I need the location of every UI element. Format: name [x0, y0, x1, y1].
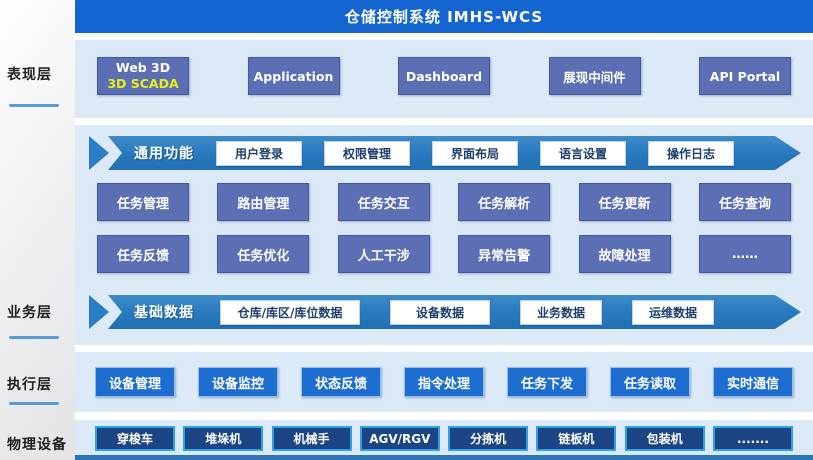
presentation-button-row: Web 3D 3D SCADA Application Dashboard 展现…: [75, 57, 813, 95]
block-task-parsing: 任务解析: [458, 183, 550, 221]
common-functions-title: 通用功能: [134, 143, 194, 163]
base-data-band: 基础数据 仓库/库区/库位数据 设备数据 业务数据 运维数据: [98, 295, 801, 329]
presentation-layer-label: 表现层: [7, 64, 52, 84]
block-task-management: 任务管理: [97, 183, 189, 221]
chip-operation-log: 操作日志: [648, 141, 734, 166]
block-application: Application: [248, 57, 340, 95]
web3d-line2: 3D SCADA: [107, 76, 178, 92]
task-button-row-1: 任务管理 路由管理 任务交互 任务解析 任务更新 任务查询: [75, 183, 813, 221]
block-packing-machine: 包装机: [625, 426, 705, 451]
business-layer-underline: [9, 336, 59, 339]
block-equipment-more: .......: [713, 426, 793, 451]
block-display-middleware: 展现中间件: [549, 57, 641, 95]
bottom-accent-bar: [75, 455, 813, 460]
block-task-more: ……: [699, 235, 791, 273]
block-task-dispatch: 任务下发: [507, 367, 587, 397]
physical-layer-label: 物理设备: [7, 434, 67, 454]
block-command-processing: 指令处理: [404, 367, 484, 397]
block-task-query: 任务查询: [699, 183, 791, 221]
block-robot-arm: 机械手: [272, 426, 352, 451]
system-title-bar: 仓储控制系统 IMHS-WCS: [75, 0, 813, 33]
presentation-layer-panel: Web 3D 3D SCADA Application Dashboard 展现…: [75, 40, 813, 118]
block-route-management: 路由管理: [217, 183, 309, 221]
system-title: 仓储控制系统 IMHS-WCS: [345, 6, 543, 27]
task-button-row-2: 任务反馈 任务优化 人工干涉 异常告警 故障处理 ……: [75, 235, 813, 273]
banner-tail-arrow-icon: [89, 136, 109, 170]
business-layer-label: 业务层: [7, 302, 52, 322]
common-functions-band: 通用功能 用户登录 权限管理 界面布局 语言设置 操作日志: [98, 136, 801, 170]
execution-button-row: 设备管理 设备监控 状态反馈 指令处理 任务下发 任务读取 实时通信: [75, 367, 813, 397]
block-sorter: 分拣机: [448, 426, 528, 451]
chip-permission-mgmt: 权限管理: [324, 141, 410, 166]
chip-ops-data: 运维数据: [632, 300, 714, 325]
layer-label-rail: 表现层 业务层 执行层 物理设备: [0, 0, 75, 460]
execution-layer-underline: [9, 402, 59, 405]
base-data-title: 基础数据: [134, 302, 194, 322]
chip-equipment-data: 设备数据: [390, 300, 490, 325]
block-chain-conveyor: 链板机: [536, 426, 616, 451]
chip-business-data: 业务数据: [520, 300, 602, 325]
block-agv-rgv: AGV/RGV: [360, 426, 440, 451]
execution-layer-label: 执行层: [7, 374, 52, 394]
block-status-feedback: 状态反馈: [301, 367, 381, 397]
chip-ui-layout: 界面布局: [432, 141, 518, 166]
block-web3d-scada: Web 3D 3D SCADA: [97, 57, 189, 95]
block-task-interaction: 任务交互: [338, 183, 430, 221]
block-task-reading: 任务读取: [610, 367, 690, 397]
block-realtime-communication: 实时通信: [713, 367, 793, 397]
business-layer-panel: 通用功能 用户登录 权限管理 界面布局 语言设置 操作日志 任务管理 路由管理 …: [75, 125, 813, 345]
block-task-optimization: 任务优化: [217, 235, 309, 273]
block-task-update: 任务更新: [579, 183, 671, 221]
block-manual-intervention: 人工干涉: [338, 235, 430, 273]
base-data-banner: 基础数据 仓库/库区/库位数据 设备数据 业务数据 运维数据: [89, 295, 801, 329]
block-device-monitoring: 设备监控: [198, 367, 278, 397]
physical-equipment-panel: 穿梭车 堆垛机 机械手 AGV/RGV 分拣机 链板机 包装机 .......: [75, 420, 813, 455]
block-device-management: 设备管理: [95, 367, 175, 397]
block-task-feedback: 任务反馈: [97, 235, 189, 273]
block-stacker-crane: 堆垛机: [183, 426, 263, 451]
web3d-line1: Web 3D: [116, 60, 170, 76]
block-exception-alarm: 异常告警: [458, 235, 550, 273]
chip-warehouse-zone-location-data: 仓库/库区/库位数据: [220, 300, 360, 325]
presentation-layer-underline: [9, 104, 59, 107]
banner-tail-arrow-icon: [89, 295, 109, 329]
block-api-portal: API Portal: [699, 57, 791, 95]
execution-layer-panel: 设备管理 设备监控 状态反馈 指令处理 任务下发 任务读取 实时通信: [75, 352, 813, 412]
block-dashboard: Dashboard: [398, 57, 490, 95]
chip-language-settings: 语言设置: [540, 141, 626, 166]
block-shuttle-car: 穿梭车: [95, 426, 175, 451]
physical-button-row: 穿梭车 堆垛机 机械手 AGV/RGV 分拣机 链板机 包装机 .......: [75, 426, 813, 451]
block-fault-handling: 故障处理: [579, 235, 671, 273]
common-functions-banner: 通用功能 用户登录 权限管理 界面布局 语言设置 操作日志: [89, 136, 801, 170]
chip-user-login: 用户登录: [216, 141, 302, 166]
